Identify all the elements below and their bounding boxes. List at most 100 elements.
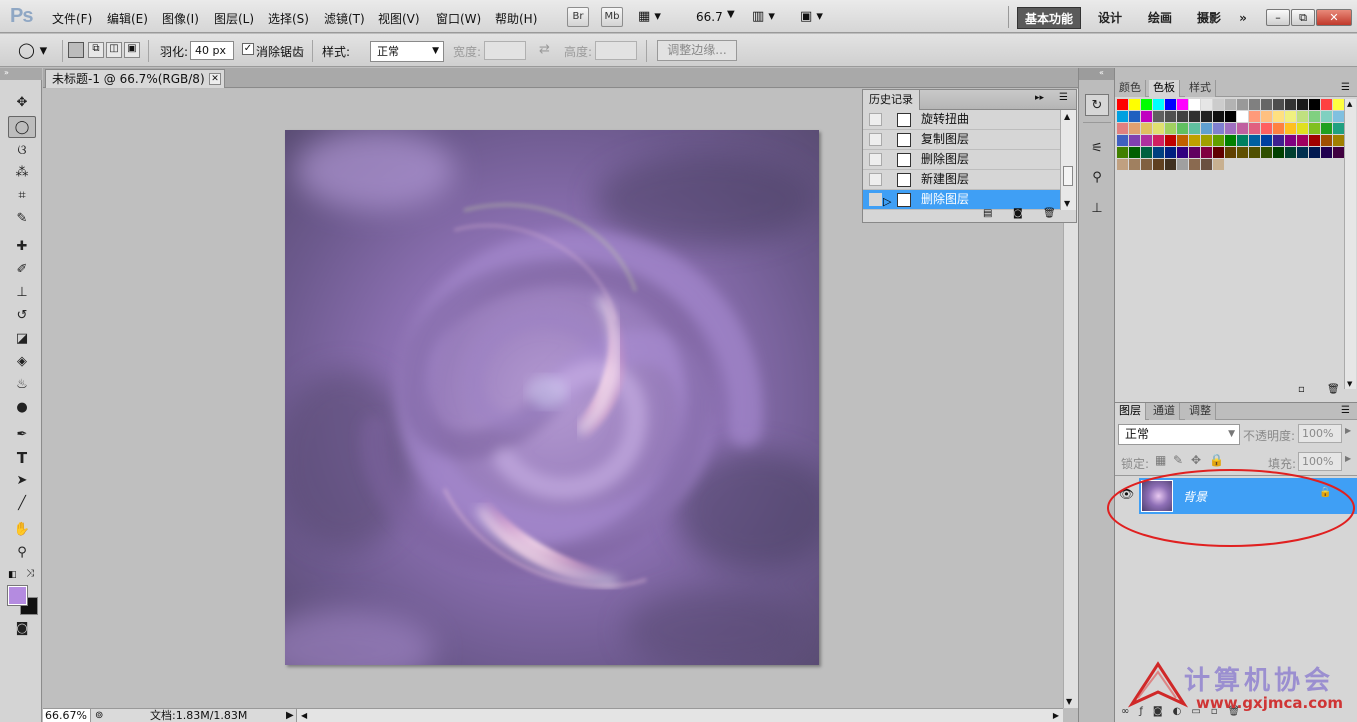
color-swatch[interactable]: [1213, 123, 1224, 134]
color-swatch[interactable]: [1189, 123, 1200, 134]
history-item[interactable]: 新建图层: [863, 170, 1060, 190]
scroll-right-icon[interactable]: ▶: [1053, 709, 1059, 722]
menu-edit[interactable]: 编辑(E): [107, 10, 148, 27]
color-swatch[interactable]: [1297, 99, 1308, 110]
color-swatch[interactable]: [1261, 135, 1272, 146]
scroll-up-icon[interactable]: ▲: [1064, 112, 1070, 121]
color-swatch[interactable]: [1285, 135, 1296, 146]
color-swatch[interactable]: [1201, 159, 1212, 170]
color-swatch[interactable]: [1141, 147, 1152, 158]
eyedropper-tool-icon[interactable]: ✎: [8, 208, 36, 230]
style-select[interactable]: 正常 ▼: [370, 41, 444, 62]
color-swatch[interactable]: [1129, 123, 1140, 134]
blend-mode-select[interactable]: 正常 ▼: [1118, 424, 1240, 445]
color-swatch[interactable]: [1309, 135, 1320, 146]
history-item[interactable]: 删除图层: [863, 150, 1060, 170]
opacity-slider-arrow-icon[interactable]: ▶: [1345, 426, 1351, 435]
color-swatch[interactable]: [1189, 159, 1200, 170]
color-swatch[interactable]: [1297, 135, 1308, 146]
color-swatch[interactable]: [1189, 99, 1200, 110]
color-swatch[interactable]: [1153, 147, 1164, 158]
color-swatch[interactable]: [1141, 135, 1152, 146]
restore-button[interactable]: ⧉: [1291, 9, 1315, 26]
menu-image[interactable]: 图像(I): [162, 10, 199, 27]
color-swatch[interactable]: [1309, 123, 1320, 134]
swap-icon[interactable]: ⇄: [539, 42, 550, 57]
new-snapshot-icon[interactable]: ◙: [1013, 208, 1023, 219]
color-swatch[interactable]: [1333, 135, 1344, 146]
add-to-selection-button[interactable]: ⧉: [88, 42, 104, 58]
brush-tool-icon[interactable]: ✐: [8, 259, 36, 281]
color-swatch[interactable]: [1333, 123, 1344, 134]
color-swatch[interactable]: [1189, 147, 1200, 158]
color-swatch[interactable]: [1165, 147, 1176, 158]
color-swatch[interactable]: [1321, 135, 1332, 146]
tab-history[interactable]: 历史记录: [863, 90, 920, 110]
eraser-tool-icon[interactable]: ◪: [8, 328, 36, 350]
scroll-down-icon[interactable]: ▼: [1347, 380, 1352, 388]
path-selection-tool-icon[interactable]: ➤: [8, 470, 36, 492]
tab-adjustments[interactable]: 调整: [1185, 403, 1216, 420]
lock-position-icon[interactable]: ✥: [1191, 453, 1201, 467]
color-swatch[interactable]: [1237, 111, 1248, 122]
color-swatch[interactable]: [1333, 111, 1344, 122]
type-tool-icon[interactable]: T: [8, 447, 36, 469]
color-swatch[interactable]: [1177, 135, 1188, 146]
color-swatch[interactable]: [1225, 147, 1236, 158]
color-swatch[interactable]: [1213, 159, 1224, 170]
snapshot-checkbox[interactable]: [869, 173, 882, 186]
tab-channels[interactable]: 通道: [1149, 403, 1180, 420]
scroll-up-icon[interactable]: ▲: [1347, 100, 1352, 108]
color-swatch[interactable]: [1153, 99, 1164, 110]
color-swatch[interactable]: [1213, 135, 1224, 146]
status-menu-arrow-icon[interactable]: ▶: [286, 709, 294, 722]
workspace-painting[interactable]: 绘画: [1142, 7, 1178, 29]
color-swatch[interactable]: [1201, 99, 1212, 110]
scroll-left-icon[interactable]: ◀: [301, 709, 307, 722]
close-window-button[interactable]: ✕: [1316, 9, 1352, 26]
color-swatch[interactable]: [1309, 99, 1320, 110]
height-input[interactable]: [595, 41, 637, 60]
twirl-artwork-image[interactable]: [285, 130, 819, 665]
more-workspaces-button[interactable]: »: [1233, 7, 1253, 29]
color-swatch[interactable]: [1309, 147, 1320, 158]
color-swatch[interactable]: [1153, 111, 1164, 122]
launch-bridge-button[interactable]: Br: [567, 7, 589, 27]
color-swatch[interactable]: [1129, 99, 1140, 110]
color-swatch[interactable]: [1189, 111, 1200, 122]
color-swatch[interactable]: [1273, 147, 1284, 158]
color-swatch[interactable]: [1141, 123, 1152, 134]
snapshot-checkbox[interactable]: [869, 133, 882, 146]
color-swatch[interactable]: [1297, 111, 1308, 122]
collapse-arrows-icon[interactable]: «: [1079, 68, 1114, 80]
color-swatch[interactable]: [1153, 135, 1164, 146]
color-swatch[interactable]: [1285, 99, 1296, 110]
menu-file[interactable]: 文件(F): [52, 10, 92, 27]
zoom-level-dropdown[interactable]: 66.7: [696, 10, 723, 24]
color-swatch[interactable]: [1237, 123, 1248, 134]
color-swatch[interactable]: [1321, 111, 1332, 122]
brushes-panel-icon[interactable]: ⚟: [1085, 138, 1109, 160]
color-swatch[interactable]: [1261, 99, 1272, 110]
zoom-field[interactable]: 66.67%: [43, 709, 91, 722]
color-swatch[interactable]: [1177, 111, 1188, 122]
color-swatch[interactable]: [1117, 123, 1128, 134]
color-swatch[interactable]: [1213, 111, 1224, 122]
clone-stamp-tool-icon[interactable]: ⊥: [8, 282, 36, 304]
zoom-tool-icon[interactable]: ⚲: [8, 542, 36, 564]
color-swatch[interactable]: [1225, 111, 1236, 122]
move-tool-icon[interactable]: ✥: [8, 92, 36, 114]
minimize-button[interactable]: –: [1266, 9, 1290, 26]
healing-brush-tool-icon[interactable]: ✚: [8, 236, 36, 258]
tab-color[interactable]: 颜色: [1115, 80, 1146, 97]
snapshot-checkbox[interactable]: [869, 153, 882, 166]
history-item[interactable]: 旋转扭曲: [863, 110, 1060, 130]
history-item-selected[interactable]: ▷ 删除图层: [863, 190, 1060, 210]
subtract-from-selection-button[interactable]: ◫: [106, 42, 122, 58]
color-swatch[interactable]: [1225, 135, 1236, 146]
color-swatch[interactable]: [1213, 99, 1224, 110]
color-swatch[interactable]: [1177, 99, 1188, 110]
color-swatch[interactable]: [1189, 135, 1200, 146]
workspace-design[interactable]: 设计: [1092, 7, 1128, 29]
color-swatch[interactable]: [1129, 135, 1140, 146]
